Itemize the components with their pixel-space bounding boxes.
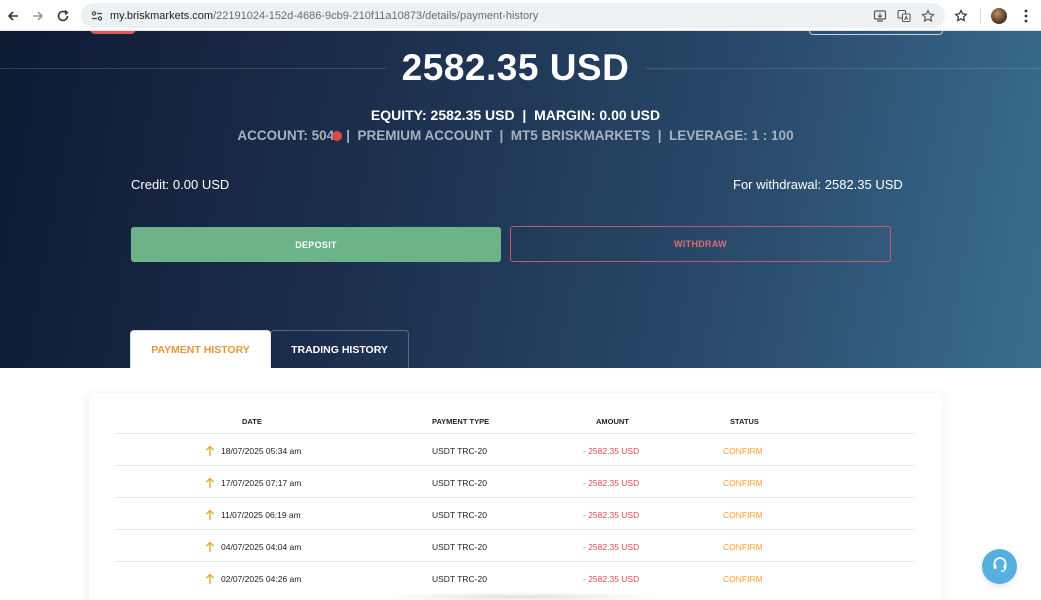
row-payment-type: USDT TRC-20 bbox=[432, 510, 487, 520]
row-status: CONFIRM bbox=[723, 542, 763, 552]
header-amount: AMOUNT bbox=[596, 417, 629, 426]
more-menu-icon[interactable] bbox=[1017, 7, 1035, 25]
table-row[interactable]: 17/07/2025 07:17 am USDT TRC-20 - 2582.3… bbox=[116, 465, 915, 497]
balance-amount: 2582.35 USD bbox=[401, 47, 630, 88]
table-row[interactable]: 04/07/2025 04:04 am USDT TRC-20 - 2582.3… bbox=[116, 529, 915, 561]
url-host: my.briskmarkets.com bbox=[110, 9, 214, 22]
url-path: /22191024-152d-4686-9cb9-210f11a10873/de… bbox=[213, 9, 539, 22]
headset-icon bbox=[991, 555, 1009, 578]
row-amount: - 2582.35 USD bbox=[583, 510, 640, 520]
row-payment-type: USDT TRC-20 bbox=[432, 574, 487, 584]
top-left-badge bbox=[90, 31, 136, 34]
install-app-icon[interactable] bbox=[871, 7, 889, 25]
row-date: 18/07/2025 05:34 am bbox=[221, 446, 302, 456]
row-status: CONFIRM bbox=[723, 574, 763, 584]
site-settings-icon[interactable] bbox=[86, 5, 108, 27]
row-date: 04/07/2025 04:04 am bbox=[221, 542, 302, 552]
url-text: my.briskmarkets.com/22191024-152d-4686-9… bbox=[110, 10, 538, 22]
deposit-button[interactable]: DEPOSIT bbox=[131, 227, 501, 262]
tab-trading-history[interactable]: TRADING HISTORY bbox=[270, 330, 409, 368]
row-status: CONFIRM bbox=[723, 510, 763, 520]
account-summary-panel: 2582.35 USD EQUITY: 2582.35 USD | MARGIN… bbox=[0, 31, 1041, 368]
table-row[interactable]: 02/07/2025 04:26 am USDT TRC-20 - 2582.3… bbox=[116, 561, 915, 593]
payment-history-table: DATE PAYMENT TYPE AMOUNT STATUS 18/07/20… bbox=[89, 393, 942, 600]
equity-margin-line: EQUITY: 2582.35 USD | MARGIN: 0.00 USD bbox=[370, 107, 661, 123]
table-header: DATE PAYMENT TYPE AMOUNT STATUS bbox=[116, 415, 915, 433]
back-arrow-icon[interactable] bbox=[0, 3, 26, 29]
bookmark-star-icon[interactable] bbox=[919, 7, 937, 25]
account-details: | PREMIUM ACCOUNT | MT5 BRISKMARKETS | L… bbox=[346, 128, 794, 143]
redaction-mark bbox=[332, 131, 343, 142]
withdrawal-amount: For withdrawal: 2582.35 USD bbox=[733, 177, 903, 192]
top-right-button[interactable] bbox=[809, 31, 943, 35]
withdraw-button[interactable]: WITHDRAW bbox=[510, 226, 891, 262]
credit-amount: Credit: 0.00 USD bbox=[131, 177, 230, 192]
scroll-shadow bbox=[380, 592, 660, 600]
reload-icon[interactable] bbox=[50, 3, 76, 29]
browser-toolbar: my.briskmarkets.com/22191024-152d-4686-9… bbox=[0, 0, 1041, 31]
arrow-up-icon bbox=[205, 477, 215, 489]
arrow-up-icon bbox=[205, 445, 215, 457]
row-payment-type: USDT TRC-20 bbox=[432, 542, 487, 552]
account-number: ACCOUNT: 504 bbox=[237, 128, 335, 143]
account-info-line: ACCOUNT: 504 | PREMIUM ACCOUNT | MT5 BRIS… bbox=[0, 128, 1031, 143]
arrow-up-icon bbox=[205, 509, 215, 521]
row-status: CONFIRM bbox=[723, 446, 763, 456]
arrow-up-icon bbox=[205, 541, 215, 553]
support-chat-button[interactable] bbox=[982, 549, 1017, 584]
row-payment-type: USDT TRC-20 bbox=[432, 446, 487, 456]
row-date: 17/07/2025 07:17 am bbox=[221, 478, 302, 488]
row-status: CONFIRM bbox=[723, 478, 763, 488]
translate-icon[interactable] bbox=[895, 7, 913, 25]
tab-payment-history[interactable]: PAYMENT HISTORY bbox=[130, 330, 271, 368]
table-row[interactable]: 11/07/2025 06:19 am USDT TRC-20 - 2582.3… bbox=[116, 497, 915, 529]
row-amount: - 2582.35 USD bbox=[583, 446, 640, 456]
table-row[interactable]: 18/07/2025 05:34 am USDT TRC-20 - 2582.3… bbox=[116, 433, 915, 465]
row-date: 11/07/2025 06:19 am bbox=[221, 510, 301, 520]
header-payment-type: PAYMENT TYPE bbox=[432, 417, 490, 426]
row-amount: - 2582.35 USD bbox=[583, 478, 640, 488]
header-date: DATE bbox=[242, 417, 262, 426]
row-payment-type: USDT TRC-20 bbox=[432, 478, 487, 488]
header-status: STATUS bbox=[730, 417, 759, 426]
profile-avatar[interactable] bbox=[991, 7, 1007, 24]
arrow-up-icon bbox=[205, 573, 215, 585]
extensions-icon[interactable] bbox=[952, 7, 970, 25]
row-date: 02/07/2025 04:26 am bbox=[221, 574, 302, 584]
address-bar[interactable]: my.briskmarkets.com/22191024-152d-4686-9… bbox=[81, 3, 945, 28]
toolbar-divider bbox=[980, 7, 981, 24]
row-amount: - 2582.35 USD bbox=[583, 542, 640, 552]
forward-arrow-icon[interactable] bbox=[25, 3, 51, 29]
row-amount: - 2582.35 USD bbox=[583, 574, 640, 584]
